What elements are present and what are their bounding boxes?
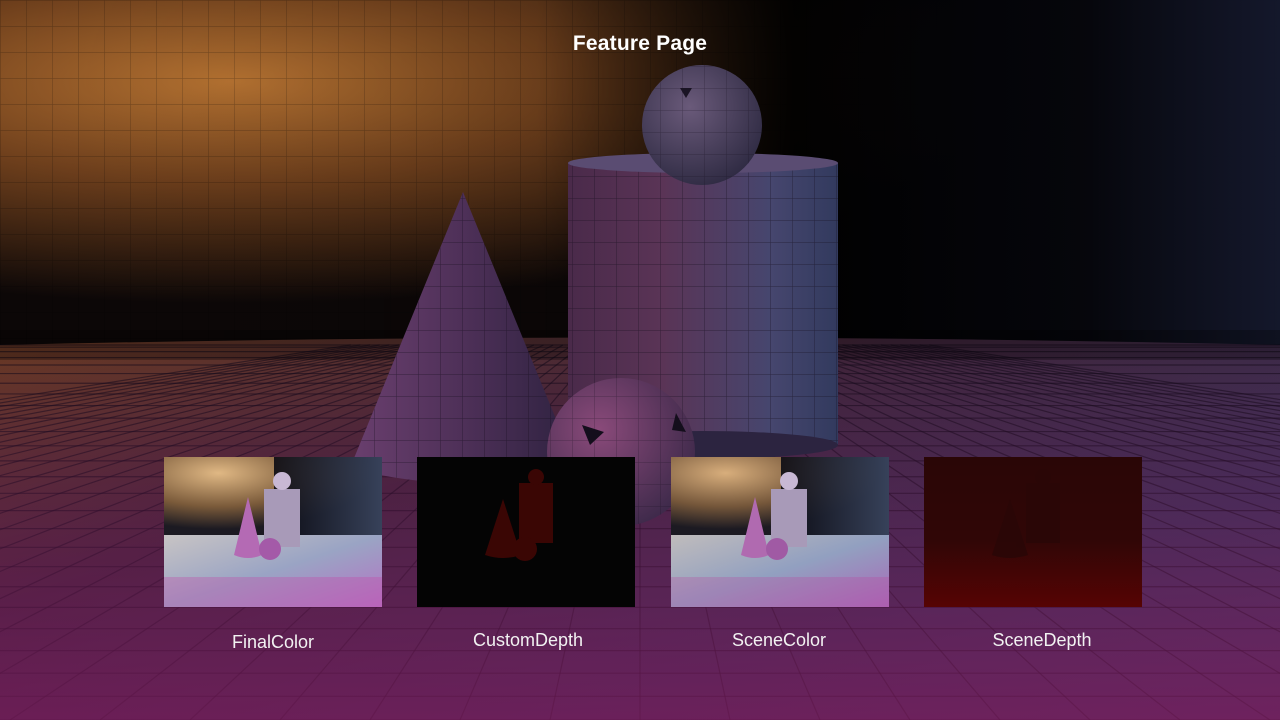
thumbnail-finalcolor[interactable]: [164, 457, 382, 607]
scenecolor-preview-image: [671, 457, 889, 607]
scenedepth-preview-image: [924, 457, 1142, 607]
finalcolor-preview-image: [164, 457, 382, 607]
customdepth-preview-image: [417, 457, 635, 607]
thumbnail-label-customdepth: CustomDepth: [472, 630, 584, 650]
scene-background: [0, 0, 1280, 720]
thumbnail-scenedepth[interactable]: [924, 457, 1142, 607]
thumbnail-customdepth[interactable]: [417, 457, 635, 607]
page-title: Feature Page: [572, 32, 708, 55]
thumbnail-scenecolor[interactable]: [671, 457, 889, 607]
thumbnail-label-scenedepth: SceneDepth: [992, 630, 1092, 650]
thumbnail-label-scenecolor: SceneColor: [731, 630, 827, 650]
viewport: Feature Page FinalColor CustomDepth Scen…: [0, 0, 1280, 720]
thumbnail-label-finalcolor: FinalColor: [231, 632, 315, 652]
